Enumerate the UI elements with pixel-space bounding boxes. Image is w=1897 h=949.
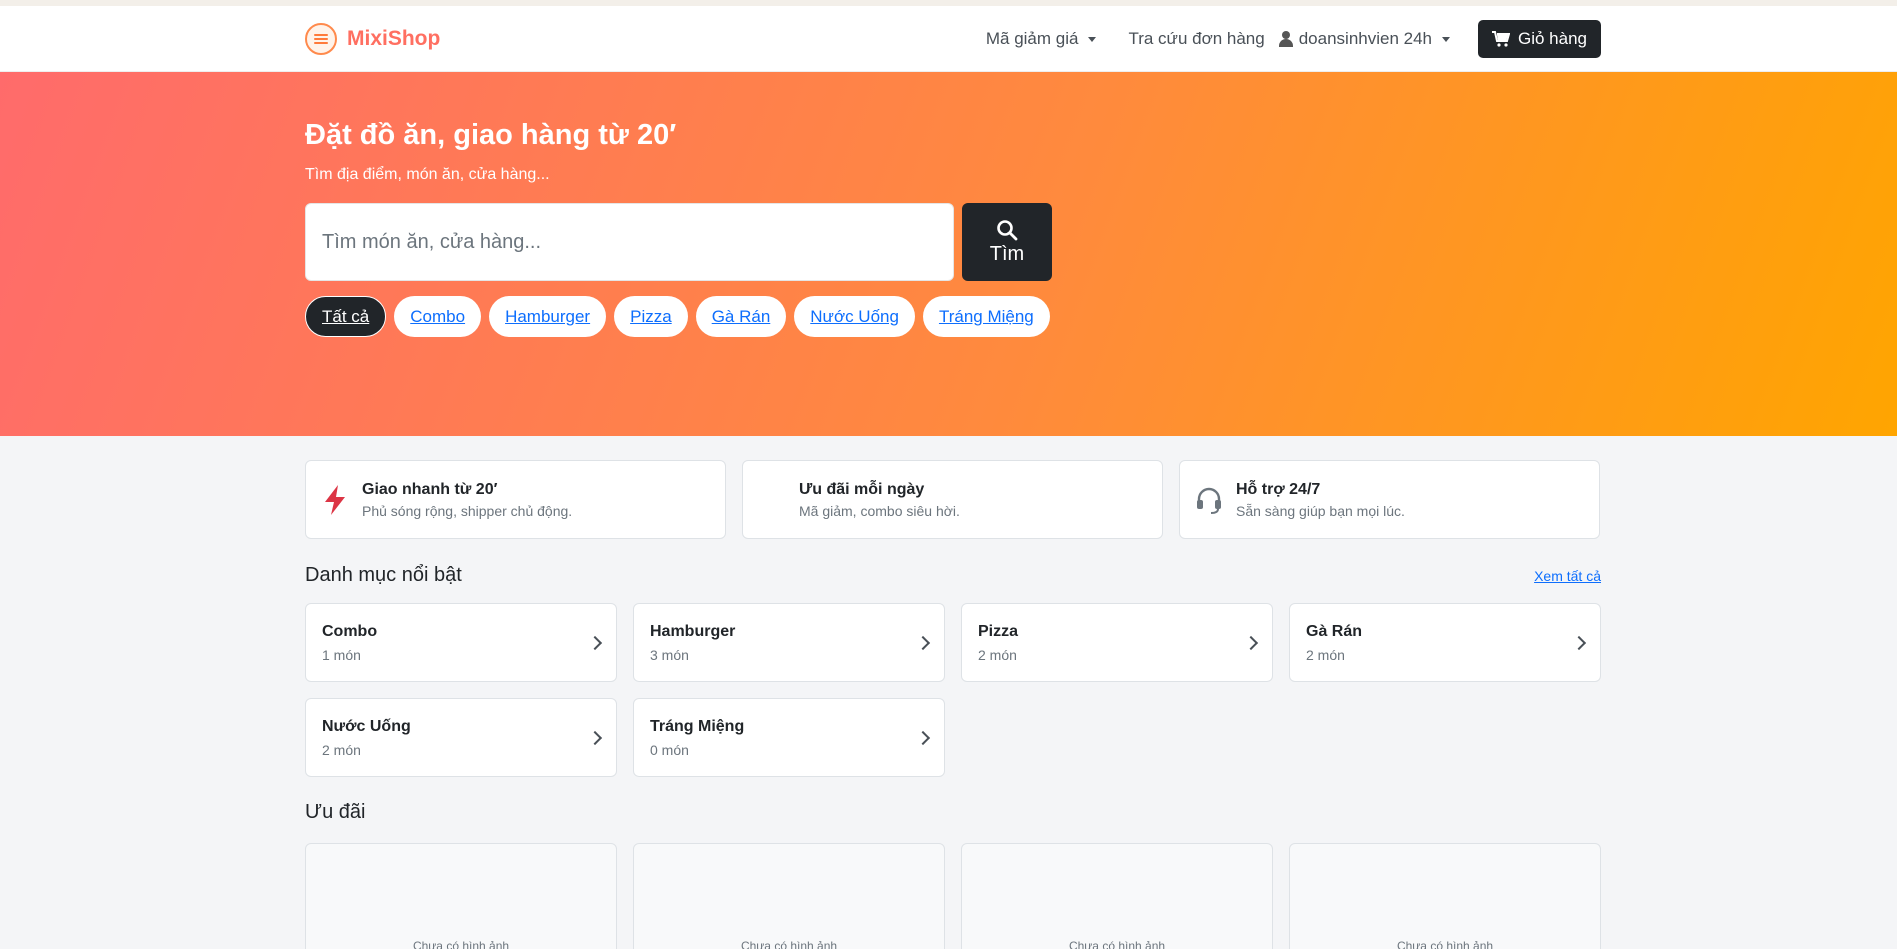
discount-label: Mã giảm giá [985,29,1079,48]
category-card-fried-chicken[interactable]: Gà Rán 2 món [1289,603,1601,682]
feature-desc: Mã giảm, combo siêu hời. [799,502,960,519]
promo-card[interactable]: Chưa có hình ảnh [1289,843,1601,949]
promo-grid: Chưa có hình ảnh Chưa có hình ảnh Chưa c… [305,843,1601,949]
feature-card-fast-delivery: Giao nhanh từ 20′ Phủ sóng rộng, shipper… [305,460,726,539]
chip-drinks[interactable]: Nước Uống [794,296,915,337]
search-button[interactable]: Tìm [962,203,1052,281]
chip-all[interactable]: Tất cả [305,296,387,337]
caret-down-icon [1442,36,1450,42]
categories-header: Danh mục nổi bật Xem tất cả [305,564,1601,587]
order-lookup-link[interactable]: Tra cứu đơn hàng [1128,29,1264,49]
promo-card[interactable]: Chưa có hình ảnh [305,843,617,949]
category-name: Nước Uống [322,717,411,735]
chevron-right-icon [587,730,603,745]
search-icon [997,219,1018,240]
chevron-right-icon [1243,635,1259,650]
cart-icon [1492,31,1510,47]
category-card-combo[interactable]: Combo 1 món [305,603,617,682]
chip-dessert[interactable]: Tráng Miệng [922,296,1050,337]
category-count: 3 món [650,646,689,663]
deal-icon [757,485,787,515]
category-name: Pizza [978,622,1019,640]
image-placeholder-text: Chưa có hình ảnh [1396,939,1494,949]
chip-combo[interactable]: Combo [394,296,482,337]
category-count: 0 món [650,741,689,758]
feature-title: Hỗ trợ 24/7 [1236,480,1321,498]
category-chips: Tất cả Combo Hamburger Pizza Gà Rán Nước… [305,296,1065,337]
brand-name: MixiShop [347,27,441,50]
category-card-pizza[interactable]: Pizza 2 món [961,603,1273,682]
category-name: Tráng Miệng [650,717,745,735]
nav-menu: Mã giảm giá Tra cứu đơn hàng doansinhvie… [986,20,1601,58]
chevron-right-icon [915,635,931,650]
category-name: Combo [322,622,378,640]
headset-icon [1194,485,1224,515]
search-input[interactable]: Tìm món ăn, cửa hàng... [305,203,954,281]
chevron-right-icon [1571,635,1587,650]
category-count: 2 món [1306,646,1345,663]
promo-card[interactable]: Chưa có hình ảnh [633,843,945,949]
lightning-icon [320,484,350,515]
category-name: Hamburger [650,622,736,640]
feature-card-daily-deals: Ưu đãi mỗi ngày Mã giảm, combo siêu hời. [742,460,1163,539]
chip-fried-chicken[interactable]: Gà Rán [695,296,787,337]
category-card-hamburger[interactable]: Hamburger 3 món [633,603,945,682]
feature-cards: Giao nhanh từ 20′ Phủ sóng rộng, shipper… [305,460,1601,539]
see-all-link[interactable]: Xem tất cả [1534,568,1601,584]
hero-subtitle: Tìm địa điểm, món ăn, cửa hàng... [305,166,550,183]
category-card-drinks[interactable]: Nước Uống 2 món [305,698,617,777]
cart-button[interactable]: Giỏ hàng [1478,20,1601,58]
feature-card-support: Hỗ trợ 24/7 Sẵn sàng giúp bạn mọi lúc. [1179,460,1600,539]
brand-link[interactable]: MixiShop [305,23,440,55]
chevron-right-icon [915,730,931,745]
search-button-label: Tìm [989,242,1025,265]
feature-desc: Phủ sóng rộng, shipper chủ động. [362,502,573,519]
navbar: MixiShop Mã giảm giá Tra cứu đơn hàng do… [0,6,1897,72]
image-placeholder-text: Chưa có hình ảnh [740,939,838,949]
menu-logo-icon [305,23,337,55]
categories-title: Danh mục nổi bật [305,564,462,586]
caret-down-icon [1088,36,1097,42]
category-grid: Combo 1 món Hamburger 3 món Pizza 2 món Gà … [305,603,1601,777]
promo-card[interactable]: Chưa có hình ảnh [961,843,1273,949]
chevron-right-icon [587,635,603,650]
category-card-dessert[interactable]: Tráng Miệng 0 món [633,698,945,777]
category-count: 2 món [322,741,361,758]
category-count: 2 món [978,646,1017,663]
order-lookup-label: Tra cứu đơn hàng [1128,29,1265,48]
promos-title: Ưu đãi [305,801,366,823]
chip-hamburger[interactable]: Hamburger [489,296,607,337]
image-placeholder-text: Chưa có hình ảnh [1068,939,1166,949]
hero-title: Đặt đồ ăn, giao hàng từ 20′ [305,119,677,151]
discount-dropdown[interactable]: Mã giảm giá [986,29,1097,49]
feature-title: Giao nhanh từ 20′ [362,480,498,498]
feature-desc: Sẵn sàng giúp bạn mọi lúc. [1236,502,1405,519]
username: doansinhvien 24h [1298,29,1432,48]
chip-pizza[interactable]: Pizza [614,296,688,337]
category-count: 1 món [322,646,361,663]
feature-title: Ưu đãi mỗi ngày [799,480,925,498]
user-icon [1278,31,1293,47]
hero-banner: Đặt đồ ăn, giao hàng từ 20′ Tìm địa điểm… [0,72,1897,436]
promos-header: Ưu đãi [305,801,1601,824]
category-name: Gà Rán [1306,622,1363,640]
image-placeholder-text: Chưa có hình ảnh [412,939,510,949]
user-dropdown[interactable]: doansinhvien 24h [1278,29,1450,49]
cart-label: Giỏ hàng [1518,29,1587,48]
